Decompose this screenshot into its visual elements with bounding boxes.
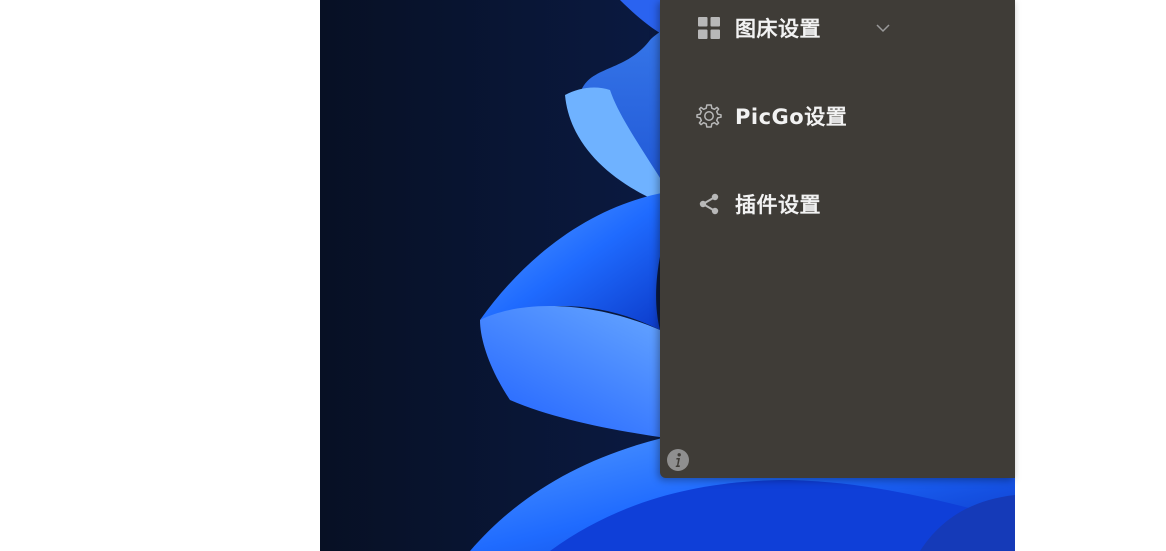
- gear-icon: [696, 103, 722, 129]
- sidebar-item-label: PicGo设置: [735, 105, 848, 129]
- grid-icon: [696, 15, 722, 41]
- settings-sidebar: 图床设置 PicGo设置 插件设置: [660, 0, 1015, 478]
- sidebar-item-label: 插件设置: [735, 193, 821, 217]
- info-icon[interactable]: [666, 448, 690, 472]
- sidebar-item-image-host-settings[interactable]: 图床设置: [660, 6, 1015, 50]
- sidebar-item-plugin-settings[interactable]: 插件设置: [660, 182, 1015, 226]
- chevron-down-icon[interactable]: [874, 19, 892, 37]
- sidebar-item-label: 图床设置: [735, 17, 821, 41]
- share-icon: [696, 191, 722, 217]
- sidebar-item-picgo-settings[interactable]: PicGo设置: [660, 94, 1015, 138]
